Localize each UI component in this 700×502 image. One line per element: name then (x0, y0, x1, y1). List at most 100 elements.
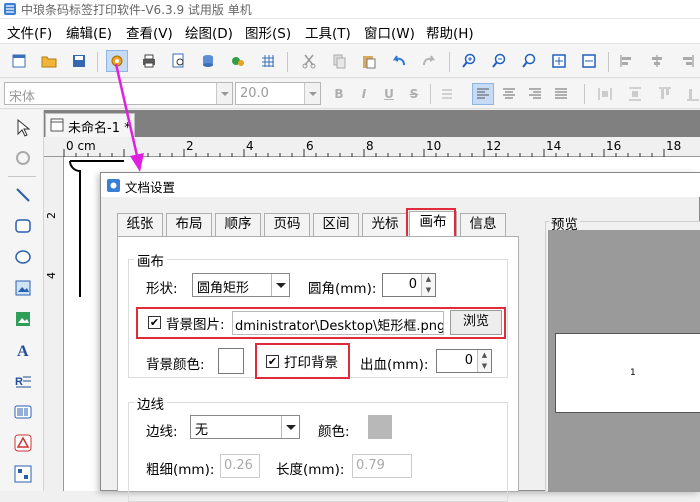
highlight-canvas-tab (406, 208, 456, 238)
underline-button[interactable]: U (379, 84, 399, 104)
rectangle-tool-icon[interactable] (11, 214, 35, 238)
copy-icon[interactable] (328, 50, 350, 72)
thickness-value: 0.26 (224, 458, 253, 473)
data-link-icon[interactable] (227, 50, 249, 72)
save-icon[interactable] (68, 50, 90, 72)
tab-paper[interactable]: 纸张 (117, 213, 163, 236)
align-left-icon[interactable] (616, 50, 638, 72)
preview-page-number: 1 (630, 368, 636, 378)
border-color-label: 颜色: (318, 424, 350, 440)
triangle-tool-icon[interactable] (11, 431, 35, 455)
align-top-icon[interactable] (654, 83, 676, 105)
tab-layout[interactable]: 布局 (166, 213, 212, 236)
zoom-in-icon[interactable] (458, 50, 480, 72)
text-align-left-icon[interactable] (472, 83, 494, 105)
ruler-label: 2 (186, 139, 194, 153)
qrcode-tool-icon[interactable] (11, 462, 35, 486)
rotate-tool-icon[interactable] (11, 146, 35, 170)
bold-button[interactable]: B (329, 84, 349, 104)
align-bottom-icon[interactable] (682, 83, 700, 105)
database-icon[interactable] (197, 50, 219, 72)
zoom-out-icon[interactable] (488, 50, 510, 72)
grid-icon[interactable] (257, 50, 279, 72)
thickness-input[interactable]: 0.26 (220, 454, 260, 478)
strikethrough-button[interactable]: S (404, 84, 424, 104)
distribute-horizontal-icon[interactable] (594, 83, 616, 105)
tab-order[interactable]: 顺序 (215, 213, 261, 236)
shape-label: 形状: (146, 281, 178, 297)
border-label: 边线: (146, 424, 178, 440)
ellipse-tool-icon[interactable] (11, 245, 35, 269)
paste-icon[interactable] (358, 50, 380, 72)
annotation-arrow (114, 63, 144, 172)
menu-view[interactable]: 查看(V) (126, 22, 173, 42)
corner-radius-input[interactable]: 0 ▲ ▼ (382, 273, 436, 297)
barcode-tool-icon[interactable] (11, 400, 35, 424)
picture-tool-icon[interactable] (11, 307, 35, 331)
print-bg-checkbox[interactable]: ✔ (266, 355, 279, 368)
ruler-label: 12 (486, 139, 502, 153)
bg-image-path-input[interactable]: dministrator\Desktop\矩形框.png (232, 311, 444, 335)
select-pointer-icon[interactable] (11, 116, 35, 140)
toolbar-separator (287, 52, 288, 72)
chevron-down-icon (304, 83, 320, 104)
image-tool-icon[interactable] (11, 276, 35, 300)
bleed-input[interactable]: 0 ▲ ▼ (436, 349, 492, 373)
align-center-icon[interactable] (646, 50, 668, 72)
corner-radius-spinner[interactable]: ▲ ▼ (421, 274, 435, 296)
thickness-label: 粗细(mm): (146, 462, 215, 478)
bg-color-swatch[interactable] (218, 348, 244, 374)
font-size-value: 20.0 (240, 86, 269, 101)
menu-shape[interactable]: 图形(S) (245, 22, 291, 42)
menu-draw[interactable]: 绘图(D) (185, 22, 233, 42)
menu-file[interactable]: 文件(F) (7, 22, 52, 42)
text-tool-icon[interactable]: A (11, 338, 35, 362)
fit-page-icon[interactable] (548, 50, 570, 72)
text-justify-icon[interactable] (550, 83, 572, 105)
corner-radius-value: 0 (408, 277, 417, 292)
bg-image-checkbox[interactable]: ✔ (148, 316, 161, 329)
text-align-center-icon[interactable] (498, 83, 520, 105)
toolbar-separator (97, 52, 98, 72)
browse-button[interactable]: 浏览 (450, 310, 502, 335)
fit-width-icon[interactable] (578, 50, 600, 72)
dialog-icon (107, 179, 120, 192)
checkmark-icon: ✔ (267, 355, 278, 368)
shape-select[interactable]: 圆角矩形 (192, 273, 290, 297)
align-right-icon[interactable] (676, 50, 698, 72)
zoom-actual-icon[interactable] (518, 50, 540, 72)
print-preview-icon[interactable] (168, 50, 190, 72)
paragraph-text-tool-icon[interactable]: R (11, 369, 35, 393)
menu-tools[interactable]: 工具(T) (305, 22, 351, 42)
tab-info[interactable]: 信息 (460, 213, 506, 236)
border-color-swatch[interactable] (368, 415, 392, 439)
border-group (128, 402, 508, 502)
ruler-label: 6 (306, 139, 314, 153)
preview-page: 1 (555, 333, 700, 413)
font-size-select[interactable]: 20.0 (235, 82, 321, 105)
distribute-vertical-icon[interactable] (624, 83, 646, 105)
bleed-spinner[interactable]: ▲ ▼ (477, 350, 491, 372)
tab-range[interactable]: 区间 (313, 213, 359, 236)
ruler-label: 16 (606, 139, 622, 153)
cut-icon[interactable] (298, 50, 320, 72)
menu-edit[interactable]: 编辑(E) (66, 22, 112, 42)
menu-window[interactable]: 窗口(W) (364, 22, 415, 42)
length-input[interactable]: 0.79 (352, 454, 412, 478)
italic-button[interactable]: I (354, 84, 374, 104)
open-folder-icon[interactable] (38, 50, 60, 72)
undo-icon[interactable] (388, 50, 410, 72)
tab-cursor[interactable]: 光标 (362, 213, 408, 236)
border-style-select[interactable]: 无 (190, 415, 300, 439)
menu-help[interactable]: 帮助(H) (426, 22, 474, 42)
window-title: 中琅条码标签打印软件-V6.3.9 试用版 单机 (21, 3, 252, 17)
redo-icon[interactable] (418, 50, 440, 72)
line-tool-icon[interactable] (11, 183, 35, 207)
vruler-label: 2 (45, 212, 58, 219)
border-group-title: 边线 (134, 393, 167, 413)
new-document-icon[interactable] (8, 50, 30, 72)
text-align-right-icon[interactable] (524, 83, 546, 105)
length-label: 长度(mm): (276, 462, 345, 478)
spacing-icon[interactable] (436, 83, 458, 105)
tab-page-number[interactable]: 页码 (264, 213, 310, 236)
